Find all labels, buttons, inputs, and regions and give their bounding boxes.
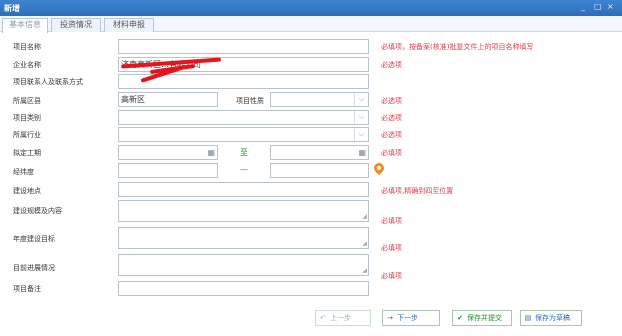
calendar-icon[interactable]: ▦: [358, 147, 366, 158]
project-name-input[interactable]: [118, 39, 369, 54]
tab-bar: 基本信息 投资情况 材料申报: [0, 16, 622, 33]
location-label: 建设地点: [13, 187, 41, 195]
document-icon: ▤: [524, 314, 532, 322]
project-nature-select[interactable]: ⌵: [270, 92, 369, 107]
company-name-hint: 必选项: [381, 61, 402, 69]
annual-goal-label: 年度建设目标: [13, 235, 55, 243]
map-pin-icon[interactable]: [371, 160, 387, 176]
prev-step-label: 上一步: [330, 314, 351, 322]
arrow-right-icon: →: [387, 314, 393, 322]
close-icon[interactable]: ×: [607, 2, 614, 12]
project-name-label: 项目名称: [13, 43, 41, 51]
project-nature-label: 项目性质: [236, 97, 264, 105]
longitude-input[interactable]: [118, 163, 218, 178]
calendar-icon[interactable]: ▦: [207, 147, 215, 158]
maximize-icon[interactable]: □: [594, 2, 602, 12]
minimize-icon[interactable]: _: [581, 2, 585, 12]
save-submit-button[interactable]: ✔ 保存并提交: [452, 310, 512, 326]
check-icon: ✔: [457, 314, 463, 322]
annual-goal-textarea[interactable]: ◢: [118, 227, 369, 249]
save-draft-button[interactable]: ▤ 保存为草稿: [520, 310, 582, 326]
scale-label: 建设规模及内容: [13, 207, 62, 215]
period-start-input[interactable]: ▦: [118, 145, 218, 160]
prev-step-button[interactable]: ↶ 上一步: [315, 310, 371, 326]
tab-materials[interactable]: 材料申报: [104, 18, 154, 32]
resize-grip-icon[interactable]: ◢: [362, 268, 367, 274]
save-draft-label: 保存为草稿: [535, 314, 570, 322]
scale-textarea[interactable]: ◢: [118, 200, 369, 222]
location-input[interactable]: [118, 182, 369, 197]
category-hint: 必选项: [381, 114, 402, 122]
progress-hint: 必填项: [381, 272, 402, 280]
form-area: 项目名称 必填项，按备案(核准)批复文件上的项目名称填写 企业名称 济南高新区……: [0, 32, 622, 336]
district-hint: 必选项: [381, 97, 402, 105]
tab-basic-info[interactable]: 基本信息: [2, 18, 48, 33]
industry-select[interactable]: ⌵: [118, 127, 369, 142]
industry-label: 所属行业: [13, 131, 41, 139]
period-label: 拟定工期: [13, 149, 41, 157]
undo-icon: ↶: [320, 314, 326, 322]
next-step-label: 下一步: [397, 314, 418, 322]
industry-hint: 必选项: [381, 131, 402, 139]
period-hint: 必填项: [381, 149, 402, 157]
contact-label: 项目联系人及联系方式: [13, 78, 83, 86]
chevron-down-icon[interactable]: ⌵: [354, 111, 368, 124]
category-label: 项目类别: [13, 114, 41, 122]
location-hint: 必填项,精确到四至位置: [381, 187, 454, 195]
progress-label: 目前进展情况: [13, 264, 55, 272]
period-separator: 至: [240, 148, 248, 157]
tab-investment[interactable]: 投资情况: [51, 18, 101, 32]
next-step-button[interactable]: → 下一步: [382, 310, 440, 326]
window-title: 新增: [4, 4, 20, 13]
remarks-input[interactable]: [118, 281, 369, 296]
remarks-label: 项目备注: [13, 285, 41, 293]
resize-grip-icon[interactable]: ◢: [362, 241, 367, 247]
lnglat-label: 经纬度: [13, 168, 34, 176]
lnglat-separator: —: [240, 165, 248, 174]
window-titlebar: 新增 _ □ ×: [0, 0, 622, 16]
progress-textarea[interactable]: ◢: [118, 254, 369, 276]
scale-hint: 必填项: [381, 217, 402, 225]
project-name-hint: 必填项，按备案(核准)批复文件上的项目名称填写: [381, 43, 534, 51]
district-input[interactable]: 高新区: [118, 92, 218, 107]
company-name-label: 企业名称: [13, 61, 41, 69]
period-end-input[interactable]: ▦: [270, 145, 369, 160]
chevron-down-icon[interactable]: ⌵: [354, 93, 368, 106]
category-select[interactable]: ⌵: [118, 110, 369, 125]
resize-grip-icon[interactable]: ◢: [362, 214, 367, 220]
district-label: 所属区县: [13, 97, 41, 105]
latitude-input[interactable]: [270, 163, 369, 178]
chevron-down-icon[interactable]: ⌵: [354, 128, 368, 141]
annual-goal-hint: 必填项: [381, 244, 402, 252]
save-submit-label: 保存并提交: [467, 314, 502, 322]
